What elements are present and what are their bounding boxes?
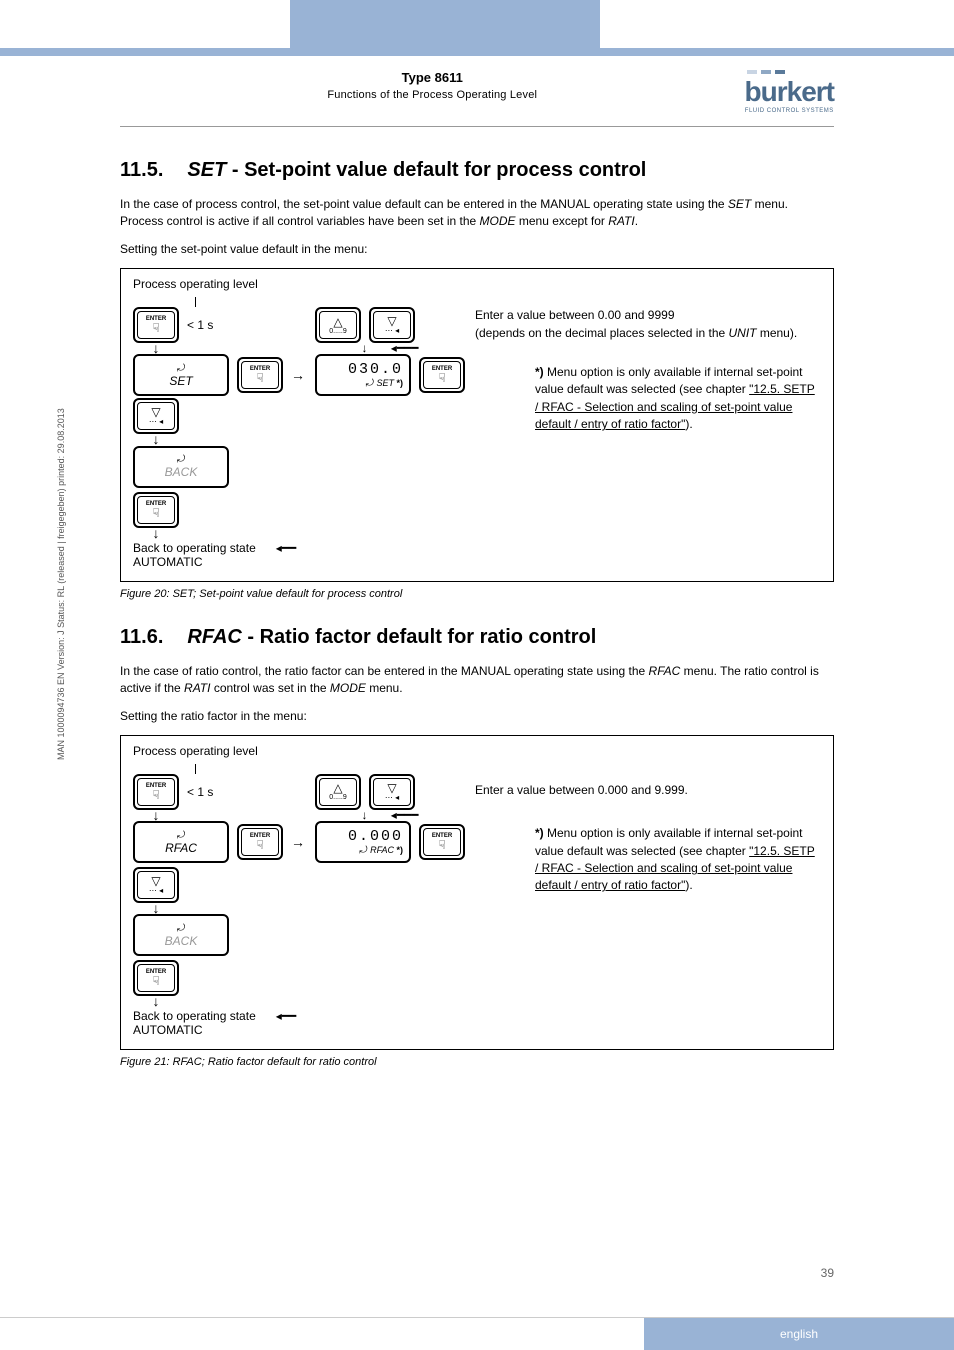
header-row: Type 8611 Functions of the Process Opera… [0, 56, 954, 122]
heading-num: 11.5. [120, 159, 163, 182]
header-blue-strip [0, 48, 954, 56]
heading-115: 11.5. SET - Set-point value default for … [120, 159, 834, 182]
rfac-display: ⤾ RFAC [133, 821, 229, 863]
hint-text: Enter a value between 0.000 and 9.999. [475, 782, 821, 799]
hand-icon: ☟ [152, 322, 159, 334]
figure-20-caption: Figure 20: SET; Set-point value default … [120, 588, 834, 600]
para-115-3: Setting the set-point value default in t… [120, 241, 834, 258]
value-display: 0.000 ⤾ RFAC *) [315, 821, 411, 863]
enter-key-icon: ENTER☟ [237, 824, 283, 860]
enter-key-icon: ENTER☟ [419, 824, 465, 860]
back-display: ⤾ BACK [133, 446, 229, 488]
down-key-icon: ▽⋯ ◂ [369, 307, 415, 343]
top-bar [0, 0, 954, 48]
asterisk-note: *) Menu option is only available if inte… [475, 364, 821, 434]
page-number: 39 [821, 1266, 834, 1280]
type-title: Type 8611 [120, 70, 745, 85]
down-key-icon: ▽⋯ ◂ [133, 867, 179, 903]
enter-key-icon: ENTER☟ [419, 357, 465, 393]
diagram-title: Process operating level [133, 277, 821, 291]
logo-text: burkert [745, 76, 834, 108]
header-blue-block [290, 0, 600, 48]
value-display: 030.0 ⤾ SET *) [315, 354, 411, 396]
logo-subtitle: FLUID CONTROL SYSTEMS [745, 108, 834, 114]
subtitle: Functions of the Process Operating Level [120, 89, 745, 101]
enter-key-icon: ENTER☟ [133, 492, 179, 528]
logo: burkert FLUID CONTROL SYSTEMS [745, 68, 834, 114]
figure-21-caption: Figure 21: RFAC; Ratio factor default fo… [120, 1056, 834, 1068]
side-watermark: MAN 1000094736 EN Version: J Status: RL … [56, 408, 66, 760]
enter-key-icon: ENTER☟ [133, 307, 179, 343]
enter-key-icon: ENTER☟ [133, 774, 179, 810]
down-key-icon: ▽⋯ ◂ [133, 398, 179, 434]
para-115-1: In the case of process control, the set-… [120, 196, 834, 231]
para-116-2: Setting the ratio factor in the menu: [120, 708, 834, 725]
heading-116: 11.6. RFAC - Ratio factor default for ra… [120, 626, 834, 649]
back-text: Back to operating state ◂━━ AUTOMATIC [133, 541, 296, 569]
para-116-1: In the case of ratio control, the ratio … [120, 663, 834, 698]
hint-text: Enter a value between 0.00 and 9999 (dep… [475, 307, 821, 342]
diagram-116: Process operating level ENTER☟ < 1 s ↓ ⤾… [120, 735, 834, 1051]
duration-text: < 1 s [187, 318, 213, 332]
content: 11.5. SET - Set-point value default for … [0, 127, 954, 1068]
duration-text: < 1 s [187, 785, 213, 799]
up-key-icon: △0.....9 [315, 774, 361, 810]
asterisk-note: *) Menu option is only available if inte… [475, 825, 821, 895]
footer-language: english [644, 1318, 954, 1350]
back-text: Back to operating state ◂━━ AUTOMATIC [133, 1009, 296, 1037]
diagram-115: Process operating level ENTER☟ < 1 s ↓ ⤾… [120, 268, 834, 582]
set-display: ⤾ SET [133, 354, 229, 396]
down-key-icon: ▽⋯ ◂ [369, 774, 415, 810]
enter-key-icon: ENTER☟ [237, 357, 283, 393]
enter-key-icon: ENTER☟ [133, 960, 179, 996]
diagram-title: Process operating level [133, 744, 821, 758]
up-key-icon: △0.....9 [315, 307, 361, 343]
back-display: ⤾ BACK [133, 914, 229, 956]
